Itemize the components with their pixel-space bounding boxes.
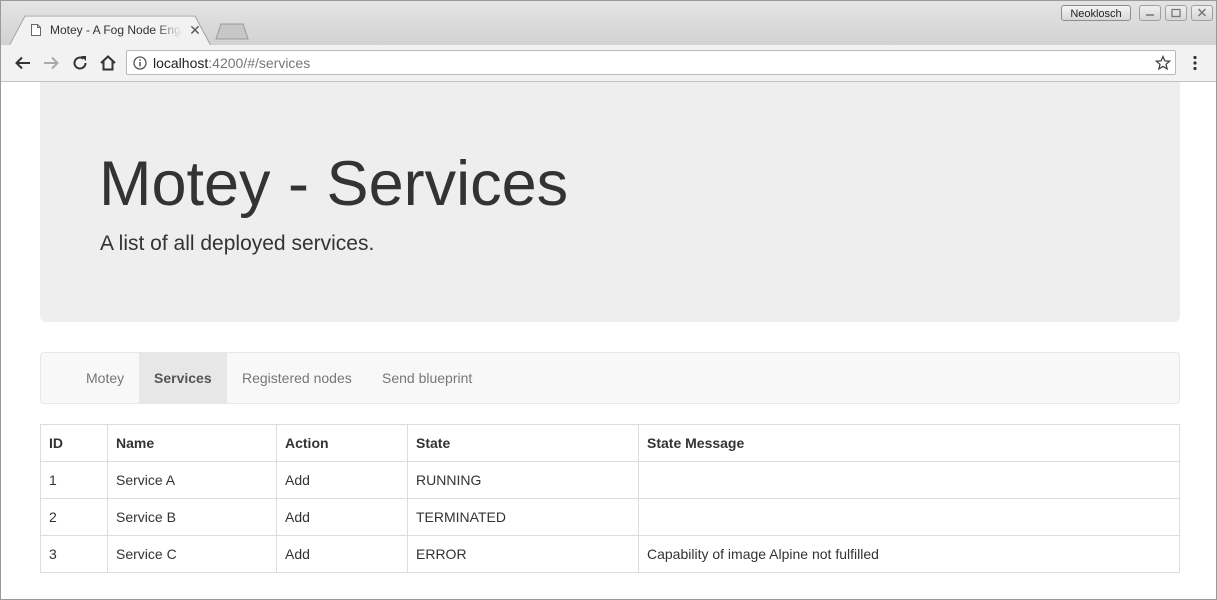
tab-close-icon[interactable]: ✕ [188, 23, 202, 37]
cell-state-message [638, 498, 1180, 536]
page-title: Motey - Services [99, 149, 569, 219]
page-subtitle: A list of all deployed services. [100, 232, 375, 255]
address-bar[interactable]: localhost:4200/#/services [126, 50, 1176, 75]
title-bar: Motey - A Fog Node Engine ✕ Neoklosch [1, 1, 1216, 46]
nav-item-motey[interactable]: Motey [71, 353, 139, 403]
table-row: 1 Service A Add RUNNING [40, 461, 1180, 499]
browser-window: Motey - A Fog Node Engine ✕ Neoklosch [0, 0, 1217, 600]
column-header-state-message: State Message [638, 424, 1180, 462]
column-header-state: State [407, 424, 639, 462]
browser-toolbar: localhost:4200/#/services [1, 45, 1216, 82]
table-row: 2 Service B Add TERMINATED [40, 498, 1180, 536]
cell-action: Add [276, 498, 408, 536]
cell-id: 1 [40, 461, 108, 499]
cell-name: Service B [107, 498, 277, 536]
maximize-button[interactable] [1165, 5, 1187, 21]
close-icon [1197, 8, 1207, 17]
cell-state: TERMINATED [407, 498, 639, 536]
page-viewport: Motey - Services A list of all deployed … [1, 82, 1216, 599]
nav-item-services[interactable]: Services [139, 353, 227, 403]
back-arrow-icon[interactable] [14, 54, 32, 72]
cell-state-message [638, 461, 1180, 499]
maximize-icon [1171, 8, 1181, 18]
url-host: localhost [153, 55, 209, 71]
navbar: Motey Services Registered nodes Send blu… [40, 352, 1180, 404]
forward-arrow-icon[interactable] [42, 54, 60, 72]
nav-item-registered-nodes[interactable]: Registered nodes [227, 353, 367, 403]
nav-item-send-blueprint[interactable]: Send blueprint [367, 353, 487, 403]
tab-title: Motey - A Fog Node Engine [50, 23, 182, 37]
new-tab-button[interactable] [215, 23, 249, 40]
cell-name: Service A [107, 461, 277, 499]
cell-id: 3 [40, 535, 108, 573]
info-icon[interactable] [133, 56, 147, 70]
minimize-button[interactable] [1139, 5, 1161, 21]
minimize-icon [1146, 14, 1154, 16]
cell-state-message: Capability of image Alpine not fulfilled [638, 535, 1180, 573]
url-path: :4200/#/services [208, 55, 311, 71]
close-window-button[interactable] [1191, 5, 1213, 21]
file-icon [31, 24, 41, 36]
star-icon[interactable] [1155, 55, 1171, 71]
cell-state: RUNNING [407, 461, 639, 499]
url-text: localhost:4200/#/services [153, 55, 310, 71]
table-header-row: ID Name Action State State Message [40, 424, 1180, 462]
column-header-id: ID [40, 424, 108, 462]
cell-state: ERROR [407, 535, 639, 573]
cell-name: Service C [107, 535, 277, 573]
cell-id: 2 [40, 498, 108, 536]
cell-action: Add [276, 535, 408, 573]
jumbotron-header: Motey - Services A list of all deployed … [40, 82, 1180, 322]
kebab-menu-icon[interactable] [1186, 54, 1204, 72]
table-row: 3 Service C Add ERROR Capability of imag… [40, 535, 1180, 573]
column-header-name: Name [107, 424, 277, 462]
cell-action: Add [276, 461, 408, 499]
services-table: ID Name Action State State Message 1 Ser… [40, 424, 1180, 573]
home-icon[interactable] [99, 54, 117, 72]
reload-icon[interactable] [71, 54, 89, 72]
profile-button[interactable]: Neoklosch [1061, 5, 1131, 21]
column-header-action: Action [276, 424, 408, 462]
